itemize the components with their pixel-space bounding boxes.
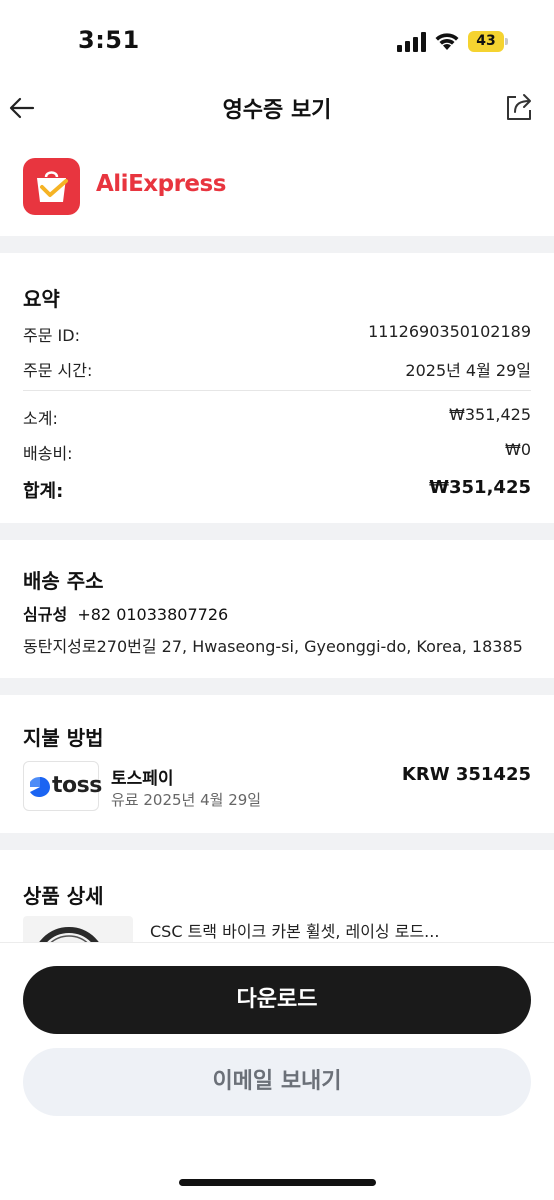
send-email-button[interactable]: 이메일 보내기: [23, 1048, 531, 1116]
payment-date: 유료 2025년 4월 29일: [111, 791, 262, 809]
product-thumbnail[interactable]: [23, 916, 133, 944]
total-value: ₩351,425: [429, 477, 531, 498]
aliexpress-bag-icon: [23, 158, 80, 215]
nav-bar: 영수증 보기: [0, 80, 554, 136]
shipping-value: ₩0: [505, 440, 531, 459]
order-time-value: 2025년 4월 29일: [405, 361, 531, 380]
brand-header: AliExpress: [23, 158, 323, 216]
payment-amount: KRW 351425: [401, 764, 531, 785]
recipient: 심규성 +82 01033807726: [23, 601, 228, 625]
wifi-icon: [435, 33, 459, 50]
battery-level: 43: [476, 33, 496, 49]
section-divider: [0, 678, 554, 695]
section-divider: [0, 236, 554, 253]
status-bar: 3:51 43: [0, 0, 554, 80]
share-icon[interactable]: [504, 92, 534, 122]
brand-name: AliExpress: [96, 171, 226, 197]
toss-logo: toss: [23, 761, 102, 811]
home-indicator[interactable]: [179, 1179, 376, 1186]
order-id-value[interactable]: 1112690350102189: [368, 322, 531, 341]
order-id-label: 주문 ID:: [23, 326, 80, 345]
toss-icon: [30, 777, 50, 797]
order-time-label: 주문 시간:: [23, 361, 93, 380]
recipient-name: 심규성: [23, 605, 68, 624]
summary-title: 요약: [23, 287, 60, 311]
address-title: 배송 주소: [23, 569, 104, 593]
section-divider: [0, 523, 554, 540]
toss-logo-text: toss: [52, 773, 102, 798]
recipient-phone: +82 01033807726: [77, 605, 229, 624]
summary-divider: [23, 390, 531, 391]
payment-title: 지불 방법: [23, 726, 104, 750]
status-time: 3:51: [78, 26, 140, 54]
section-divider: [0, 833, 554, 850]
wheel-image: [37, 927, 101, 944]
cellular-signal-icon: [397, 32, 426, 52]
subtotal-label: 소계:: [23, 409, 58, 428]
product-title: 상품 상세: [23, 884, 104, 908]
download-button[interactable]: 다운로드: [23, 966, 531, 1034]
shipping-label: 배송비:: [23, 444, 73, 463]
page-title: 영수증 보기: [222, 98, 332, 123]
subtotal-value: ₩351,425: [449, 405, 531, 424]
payment-method: 토스페이: [111, 769, 174, 789]
product-name[interactable]: CSC 트랙 바이크 카본 휠셋, 레이싱 로드...: [150, 918, 439, 942]
battery-icon: 43: [468, 31, 508, 52]
total-label: 합계:: [23, 481, 64, 502]
address-line: 동탄지성로270번길 27, Hwaseong-si, Gyeonggi-do,…: [23, 637, 523, 656]
